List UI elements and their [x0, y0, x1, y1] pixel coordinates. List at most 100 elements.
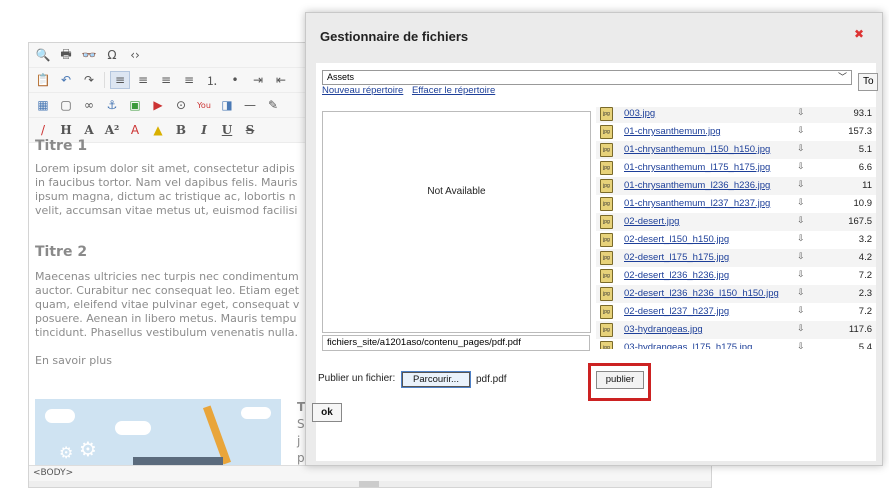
file-name-link[interactable]: 02-desert_l236_h236.jpg [624, 270, 729, 281]
download-icon[interactable]: ⇩ [797, 215, 805, 226]
file-name-link[interactable]: 02-desert_l175_h175.jpg [624, 252, 729, 263]
file-row[interactable]: jpg 02-desert_l150_h150.jpg ⇩ 3.2 [596, 231, 876, 249]
image-file-icon: jpg [600, 341, 613, 349]
download-icon[interactable]: ⇩ [797, 233, 805, 244]
file-name-link[interactable]: 03-hydrangeas.jpg [624, 324, 703, 335]
image-file-icon: jpg [600, 287, 613, 301]
file-name-link[interactable]: 01-chrysanthemum_l175_h175.jpg [624, 162, 770, 173]
image-file-icon: jpg [600, 125, 613, 139]
file-row[interactable]: jpg 02-desert.jpg ⇩ 167.5 [596, 213, 876, 231]
chosen-file-name: pdf.pdf [476, 374, 507, 385]
paste-icon[interactable]: 📋 [33, 71, 53, 89]
file-row[interactable]: jpg 02-desert_l236_h236_l150_h150.jpg ⇩ 2.3 [596, 285, 876, 303]
align-center-icon[interactable]: ≡ [133, 71, 153, 89]
justify-icon[interactable]: ≡ [179, 71, 199, 89]
text-color-icon[interactable]: A [125, 121, 145, 139]
folder-select[interactable]: Assets ﹀ [322, 70, 852, 85]
file-name-link[interactable]: 02-desert_l236_h236_l150_h150.jpg [624, 288, 779, 299]
download-icon[interactable]: ⇩ [797, 305, 805, 316]
underline-icon[interactable]: U [217, 121, 237, 139]
strikethrough-icon[interactable]: S [240, 121, 260, 139]
file-row[interactable]: jpg 02-desert_l175_h175.jpg ⇩ 4.2 [596, 249, 876, 267]
undo-icon[interactable]: ↶ [56, 71, 76, 89]
to-button[interactable]: To [858, 73, 878, 91]
file-row[interactable]: jpg 02-desert_l237_h237.jpg ⇩ 7.2 [596, 303, 876, 321]
file-row[interactable]: jpg 01-chrysanthemum.jpg ⇩ 157.3 [596, 123, 876, 141]
omega-icon[interactable]: Ω [102, 46, 122, 64]
highlight-icon[interactable]: ▲ [148, 121, 168, 139]
heading-dropdown[interactable]: H [56, 121, 76, 139]
font-size-dropdown[interactable]: A² [102, 121, 122, 139]
toolbar-divider [104, 72, 105, 88]
download-icon[interactable]: ⇩ [797, 251, 805, 262]
file-icon[interactable]: ◨ [217, 96, 237, 114]
file-row[interactable]: jpg 03-hydrangeas.jpg ⇩ 117.6 [596, 321, 876, 339]
file-row[interactable]: jpg 01-chrysanthemum_l150_h150.jpg ⇩ 5.1 [596, 141, 876, 159]
table-icon[interactable]: ▦ [33, 96, 53, 114]
youtube-icon[interactable]: You [194, 96, 214, 114]
file-name-link[interactable]: 01-chrysanthemum_l237_h237.jpg [624, 198, 770, 209]
flash-icon[interactable]: ▶ [148, 96, 168, 114]
scrollbar-thumb[interactable] [359, 481, 379, 487]
file-name-link[interactable]: 02-desert_l150_h150.jpg [624, 234, 729, 245]
binoculars-icon[interactable]: 👓 [79, 46, 99, 64]
file-row[interactable]: jpg 01-chrysanthemum_l175_h175.jpg ⇩ 6.6 [596, 159, 876, 177]
outdent-icon[interactable]: ⇤ [271, 71, 291, 89]
media-icon[interactable]: ⊙ [171, 96, 191, 114]
form-icon[interactable]: ▢ [56, 96, 76, 114]
bullet-list-icon[interactable]: • [225, 71, 245, 89]
download-icon[interactable]: ⇩ [797, 323, 805, 334]
horizontal-rule-icon[interactable]: — [240, 96, 260, 114]
heading-1: Titre 1 [35, 138, 88, 154]
bold-icon[interactable]: B [171, 121, 191, 139]
search-icon[interactable]: 🔍 [33, 46, 53, 64]
italic-icon[interactable]: I [194, 121, 214, 139]
download-icon[interactable]: ⇩ [797, 143, 805, 154]
download-icon[interactable]: ⇩ [797, 269, 805, 280]
horizontal-scrollbar[interactable] [29, 481, 711, 487]
file-row[interactable]: jpg 003.jpg ⇩ 93.1 [596, 107, 876, 123]
download-icon[interactable]: ⇩ [797, 161, 805, 172]
align-right-icon[interactable]: ≡ [156, 71, 176, 89]
download-icon[interactable]: ⇩ [797, 287, 805, 298]
file-name-link[interactable]: 01-chrysanthemum.jpg [624, 126, 721, 137]
publish-button[interactable]: publier [596, 371, 644, 389]
new-folder-link[interactable]: Nouveau répertoire [322, 85, 403, 96]
eraser-icon[interactable]: ✎ [263, 96, 283, 114]
close-icon[interactable]: ✖ [852, 27, 866, 41]
file-row[interactable]: jpg 01-chrysanthemum_l237_h237.jpg ⇩ 10.9 [596, 195, 876, 213]
numbered-list-icon[interactable]: ⒈ [202, 71, 222, 89]
file-name-link[interactable]: 01-chrysanthemum_l150_h150.jpg [624, 144, 770, 155]
print-icon[interactable]: 🖶 [56, 46, 76, 64]
redo-icon[interactable]: ↷ [79, 71, 99, 89]
html-icon[interactable]: ‹› [125, 46, 145, 64]
file-name-link[interactable]: 02-desert_l237_h237.jpg [624, 306, 729, 317]
font-dropdown[interactable]: A [79, 121, 99, 139]
file-name-link[interactable]: 02-desert.jpg [624, 216, 679, 227]
file-manager-dialog: Gestionnaire de fichiers ✖ Assets ﹀ To N… [305, 12, 883, 466]
link-icon[interactable]: ∞ [79, 96, 99, 114]
file-row[interactable]: jpg 01-chrysanthemum_l236_h236.jpg ⇩ 11 [596, 177, 876, 195]
indent-icon[interactable]: ⇥ [248, 71, 268, 89]
brush-icon[interactable]: / [33, 121, 53, 139]
file-row[interactable]: jpg 02-desert_l236_h236.jpg ⇩ 7.2 [596, 267, 876, 285]
download-icon[interactable]: ⇩ [797, 341, 805, 349]
file-size: 117.6 [848, 324, 872, 335]
file-row[interactable]: jpg 03-hydrangeas_l175_h175.jpg ⇩ 5.4 [596, 339, 876, 349]
file-name-link[interactable]: 01-chrysanthemum_l236_h236.jpg [624, 180, 770, 191]
browse-button[interactable]: Parcourir... [401, 371, 471, 388]
file-name-link[interactable]: 03-hydrangeas_l175_h175.jpg [624, 342, 752, 349]
editor-content[interactable]: Titre 1 Lorem ipsum dolor sit amet, cons… [35, 138, 315, 368]
image-icon[interactable]: ▣ [125, 96, 145, 114]
anchor-icon[interactable]: ⚓ [102, 96, 122, 114]
download-icon[interactable]: ⇩ [797, 197, 805, 208]
align-left-icon[interactable]: ≡ [110, 71, 130, 89]
file-path-field[interactable]: fichiers_site/a1201aso/contenu_pages/pdf… [322, 335, 590, 351]
ok-button[interactable]: ok [312, 403, 342, 422]
download-icon[interactable]: ⇩ [797, 125, 805, 136]
file-name-link[interactable]: 003.jpg [624, 108, 655, 119]
paragraph-line: quam, eleifend vitae pulvinar eget, cons… [35, 298, 300, 311]
download-icon[interactable]: ⇩ [797, 107, 805, 118]
download-icon[interactable]: ⇩ [797, 179, 805, 190]
delete-folder-link[interactable]: Effacer le répertoire [412, 85, 495, 96]
